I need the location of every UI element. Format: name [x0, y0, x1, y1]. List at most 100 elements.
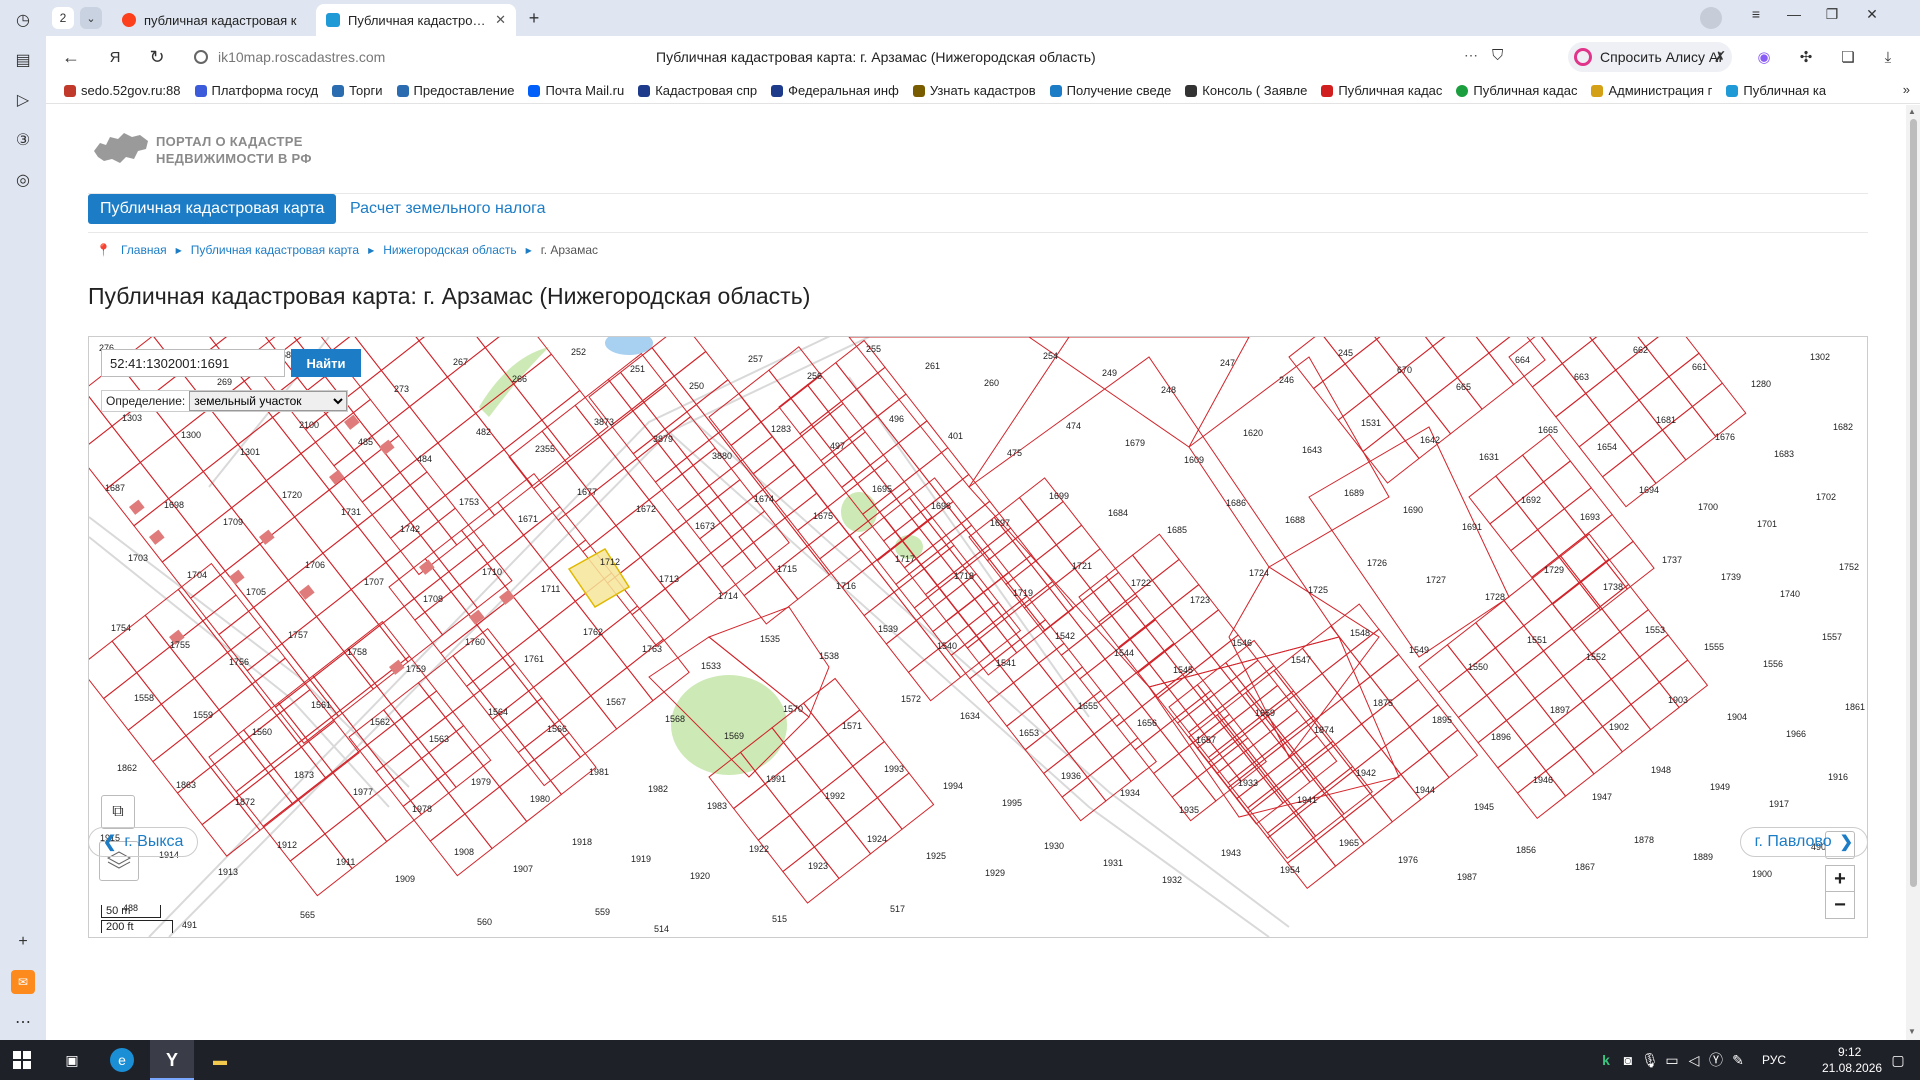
breadcrumb-region[interactable]: Нижегородская область	[383, 243, 516, 257]
parcel-label: 1873	[294, 770, 314, 780]
restore-button[interactable]: ❐	[1820, 6, 1844, 23]
bookmark-item[interactable]: Публичная ка	[1726, 83, 1826, 98]
tray-k-icon[interactable]: k	[1594, 1048, 1618, 1072]
nav-tab-land-tax[interactable]: Расчет земельного налога	[350, 194, 546, 224]
bookmark-item[interactable]: Узнать кадастров	[912, 83, 1036, 98]
alice-button[interactable]: Спросить Алису AI	[1568, 42, 1733, 72]
parcel-label: 1903	[1668, 695, 1688, 705]
parcel-label: 260	[984, 378, 999, 388]
zoom-out-button[interactable]: −	[1825, 891, 1855, 919]
close-window-button[interactable]: ✕	[1860, 6, 1884, 23]
close-icon[interactable]: ✕	[495, 12, 506, 28]
tab-counter[interactable]: 2	[52, 7, 74, 29]
extensions-icon[interactable]: ✣	[1796, 47, 1816, 67]
windows-start-icon[interactable]	[10, 1048, 34, 1072]
new-tab-button[interactable]: +	[524, 8, 544, 28]
tray-y-icon[interactable]: Ⓨ	[1704, 1048, 1728, 1072]
reload-button[interactable]: ↻	[146, 46, 168, 68]
bookmark-item[interactable]: Кадастровая спр	[638, 83, 757, 98]
clock-time[interactable]: 9:12	[1838, 1045, 1861, 1059]
bookmark-item[interactable]: Почта Mail.ru	[528, 83, 624, 98]
bookmark-item[interactable]: Федеральная инф	[771, 83, 899, 98]
counter-icon[interactable]: ③	[11, 128, 35, 152]
scroll-up-icon[interactable]: ▲	[1908, 107, 1916, 116]
site-logo[interactable]: ПОРТАЛ О КАДАСТРЕ НЕДВИЖИМОСТИ В РФ	[92, 127, 332, 173]
parcel-label: 1675	[813, 511, 833, 521]
network-icon[interactable]: ▭	[1660, 1048, 1684, 1072]
bookmark-icon[interactable]: ⛉	[1492, 47, 1503, 64]
screenshot-icon[interactable]: ◎	[11, 168, 35, 192]
bookmark-item[interactable]: Платформа госуд	[194, 83, 318, 98]
scroll-down-icon[interactable]: ▼	[1908, 1027, 1916, 1036]
menu-icon[interactable]: ≡	[1744, 6, 1768, 22]
parcel-label: 1697	[990, 518, 1010, 528]
bookmark-item[interactable]: sedo.52gov.ru:88	[64, 83, 181, 98]
bookmark-item[interactable]: Получение сведе	[1049, 83, 1171, 98]
tray-pen-icon[interactable]: ✎	[1726, 1048, 1750, 1072]
parcel-label: 1681	[1656, 415, 1676, 425]
parcel-label: 1656	[1137, 718, 1157, 728]
file-explorer-icon[interactable]: ▬	[208, 1048, 232, 1072]
site-info-icon[interactable]	[194, 50, 208, 64]
cadastral-number-input[interactable]	[101, 349, 285, 377]
microphone-icon[interactable]: 🎙	[1638, 1048, 1662, 1072]
collections-icon[interactable]: ▤	[11, 48, 35, 72]
breadcrumb-current: г. Арзамас	[540, 243, 599, 257]
definition-select[interactable]: земельный участок	[189, 391, 348, 411]
breadcrumb-home[interactable]: Главная	[121, 243, 167, 257]
parcel-label: 254	[1043, 351, 1058, 361]
download-icon[interactable]: ⤓	[1878, 47, 1898, 67]
cadastral-map[interactable]: 2762752692682742732672662522512502572562…	[88, 336, 1868, 938]
parcel-label: 1700	[1698, 502, 1718, 512]
parcel-label: 1711	[541, 584, 560, 594]
map-canvas[interactable]: 2762752692682742732672662522512502572562…	[89, 337, 1867, 937]
zoom-in-button[interactable]: +	[1825, 865, 1855, 893]
more-icon[interactable]: ⋯	[11, 1010, 35, 1034]
clock-date[interactable]: 21.08.2026	[1822, 1061, 1882, 1075]
next-city-link[interactable]: г. Павлово ❯	[1739, 827, 1868, 857]
parcel-label: 255	[866, 344, 881, 354]
parcel-label: 1728	[1485, 592, 1505, 602]
breadcrumb-map[interactable]: Публичная кадастровая карта	[191, 243, 359, 257]
tab-2[interactable]: Публичная кадастровая ✕	[316, 4, 516, 36]
back-button[interactable]: ←	[60, 46, 82, 68]
measure-tool-button[interactable]: ⧉	[101, 795, 135, 829]
bookmark-item[interactable]: Публичная кадас	[1321, 83, 1442, 98]
edge-browser-icon[interactable]: e	[110, 1048, 134, 1072]
tray-app-icon[interactable]: ◙	[1616, 1048, 1640, 1072]
bookmark-item[interactable]: Администрация г	[1591, 83, 1712, 98]
extension-k-icon[interactable]: ✗	[1710, 47, 1730, 67]
history-icon[interactable]: ◷	[11, 8, 35, 32]
bookmark-item[interactable]: Консоль ( Заявле	[1185, 83, 1307, 98]
bookmark-item[interactable]: Публичная кадас	[1456, 83, 1577, 98]
sidebar-panel-icon[interactable]: ❏	[1838, 47, 1858, 67]
parcel-label: 1946	[1533, 775, 1553, 785]
keyboard-language[interactable]: РУС	[1762, 1053, 1786, 1067]
bookmark-item[interactable]: Предоставление	[396, 83, 514, 98]
volume-icon[interactable]: ◁	[1682, 1048, 1706, 1072]
nav-tab-cadastral-map[interactable]: Публичная кадастровая карта	[88, 194, 337, 224]
parcel-label: 1992	[825, 791, 845, 801]
address-bar[interactable]: ik10map.roscadastres.com Публичная кадас…	[182, 41, 1560, 73]
task-view-icon[interactable]: ▣	[60, 1048, 84, 1072]
chevron-right-icon[interactable]: »	[1903, 82, 1910, 97]
prev-city-link[interactable]: ❮ г. Выкса	[88, 827, 199, 857]
more-options-icon[interactable]: ⋯	[1464, 47, 1478, 64]
chevron-down-icon[interactable]: ⌄	[80, 7, 102, 29]
parcel-label: 1701	[1757, 519, 1777, 529]
yandex-button[interactable]: Я	[104, 46, 126, 68]
add-panel-icon[interactable]: +	[11, 930, 35, 954]
yandex-browser-icon[interactable]: Y	[160, 1048, 184, 1072]
media-icon[interactable]: ▷	[11, 88, 35, 112]
url-page-title: Публичная кадастровая карта: г. Арзамас …	[656, 49, 1096, 65]
extension-circle-icon[interactable]: ◉	[1754, 47, 1774, 67]
profile-avatar[interactable]	[1700, 7, 1722, 29]
mail-icon[interactable]: ✉	[11, 970, 35, 994]
page-scrollbar[interactable]: ▲ ▼	[1906, 105, 1920, 1040]
find-button[interactable]: Найти	[291, 349, 361, 377]
bookmark-item[interactable]: Торги	[332, 83, 383, 98]
scrollbar-thumb[interactable]	[1910, 119, 1917, 887]
notifications-icon[interactable]: ▢	[1886, 1048, 1910, 1072]
tab-1[interactable]: публичная кадастровая к	[112, 4, 312, 36]
minimize-button[interactable]: —	[1782, 6, 1806, 22]
